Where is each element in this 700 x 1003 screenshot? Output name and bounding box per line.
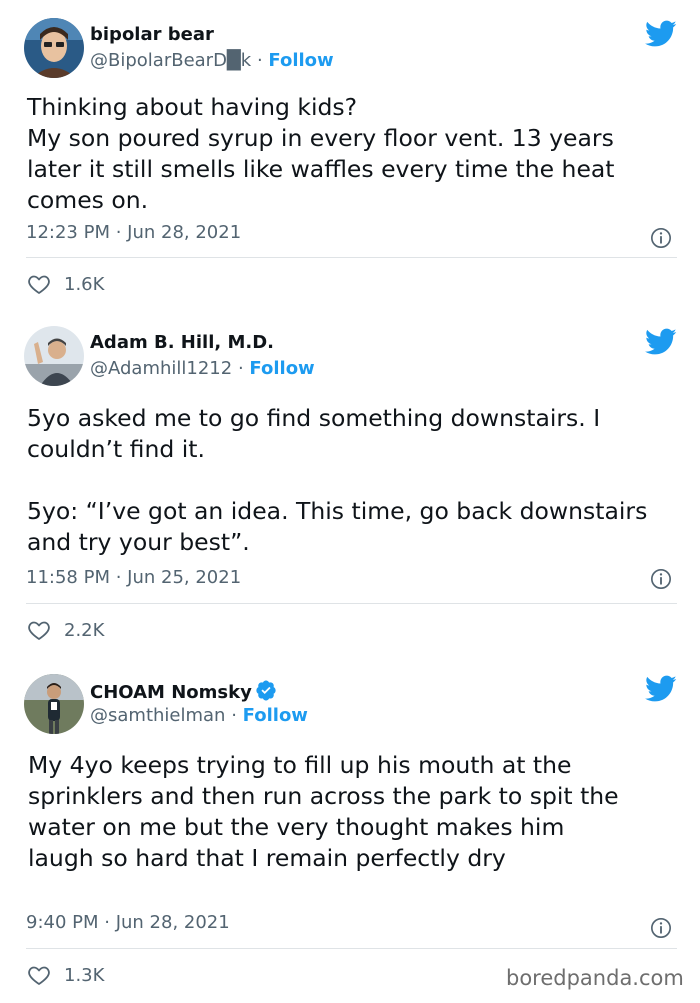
tweet-card: CHOAM Nomsky @samthielman · Follow My 4y… [0,656,700,1003]
like-count: 2.2K [64,619,105,641]
tweet-text: My 4yo keeps trying to fill up his mouth… [28,751,627,872]
like-button[interactable]: 2.2K [27,617,104,643]
separator: · [237,358,244,379]
twitter-bird-icon[interactable] [645,20,677,48]
avatar[interactable] [24,18,84,78]
handle-line: @BipolarBearD█k · Follow [90,50,334,71]
like-button[interactable]: 1.3K [27,962,104,988]
tweet-card: bipolar bear @BipolarBearD█k · Follow Th… [0,0,700,309]
like-count: 1.3K [64,964,105,986]
twitter-bird-icon[interactable] [645,675,677,703]
info-icon[interactable] [650,568,672,590]
divider [26,948,677,949]
heart-icon [28,621,50,640]
heart-icon [28,275,50,294]
follow-button[interactable]: Follow [243,705,308,726]
timestamp[interactable]: 11:58 PM · Jun 25, 2021 [26,567,241,588]
info-icon[interactable] [650,227,672,249]
divider [26,257,677,258]
verified-badge-icon [256,680,276,701]
timestamp[interactable]: 12:23 PM · Jun 28, 2021 [26,222,241,243]
timestamp[interactable]: 9:40 PM · Jun 28, 2021 [26,912,230,933]
handle[interactable]: @Adamhill1212 [90,358,232,379]
tweet-text: Thinking about having kids? My son poure… [27,93,615,214]
handle-line: @samthielman · Follow [90,705,308,726]
twitter-bird-icon[interactable] [645,328,677,356]
heart-icon [28,966,50,985]
follow-button[interactable]: Follow [268,50,333,71]
display-name-row: CHOAM Nomsky [90,679,277,703]
display-name[interactable]: bipolar bear [90,24,214,45]
follow-button[interactable]: Follow [249,358,314,379]
separator: · [256,50,263,71]
like-button[interactable]: 1.6K [27,271,104,297]
like-count: 1.6K [64,273,105,295]
handle[interactable]: @samthielman [90,705,225,726]
avatar[interactable] [24,674,84,734]
handle[interactable]: @BipolarBearD█k [90,50,251,71]
tweet-card: Adam B. Hill, M.D. @Adamhill1212 · Follo… [0,309,700,656]
info-icon[interactable] [650,917,672,939]
display-name[interactable]: CHOAM Nomsky [90,682,252,703]
handle-line: @Adamhill1212 · Follow [90,358,315,379]
avatar[interactable] [24,326,84,386]
display-name[interactable]: Adam B. Hill, M.D. [90,332,274,353]
divider [26,603,677,604]
tweet-text: 5yo asked me to go find something downst… [27,404,648,556]
separator: · [231,705,237,726]
watermark: boredpanda.com [506,966,684,990]
